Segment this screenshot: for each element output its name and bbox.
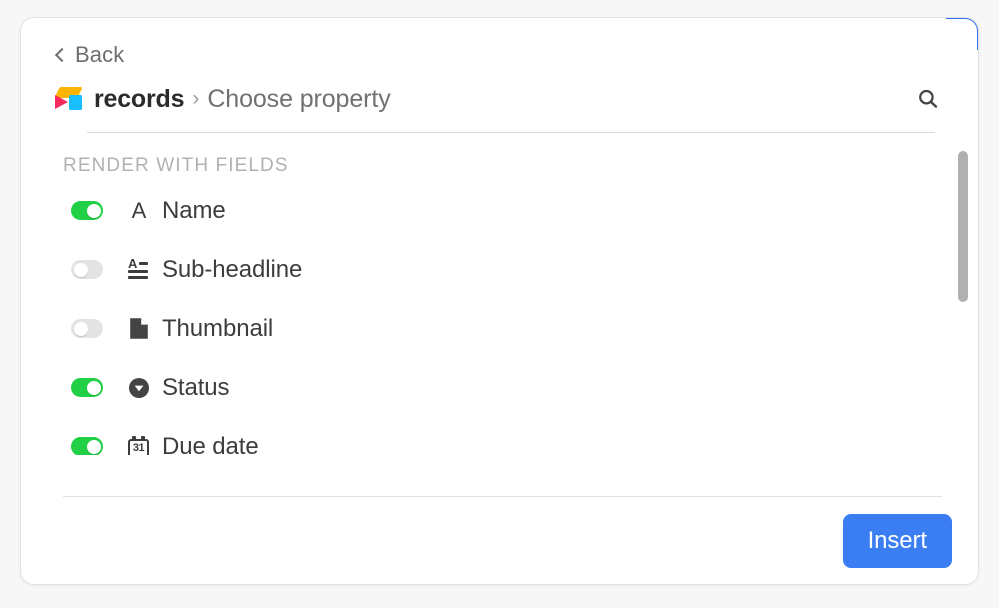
breadcrumb-app-name[interactable]: records [94, 85, 185, 114]
toggle-status[interactable] [71, 378, 103, 397]
footer-actions: Insert [63, 497, 952, 584]
back-button-label: Back [75, 42, 125, 67]
field-label-thumbnail: Thumbnail [162, 314, 274, 342]
long-text-icon: A [126, 257, 152, 283]
airtable-cube-icon [54, 86, 84, 112]
choose-property-panel: Back records › Choose property RENDER WI… [20, 17, 979, 585]
list-scrollbar-thumb[interactable] [958, 151, 968, 302]
breadcrumb-separator-icon: › [192, 87, 200, 110]
fields-list: RENDER WITH FIELDS A Name A Sub-headline [21, 133, 978, 455]
back-button[interactable]: Back [54, 38, 124, 72]
attachment-icon [126, 316, 152, 342]
section-label-render-with-fields: RENDER WITH FIELDS [63, 155, 289, 176]
field-label-name: Name [162, 196, 226, 224]
search-button[interactable] [911, 82, 945, 116]
single-select-icon [126, 375, 152, 401]
list-scrollbar[interactable] [958, 143, 968, 445]
field-row-thumbnail[interactable]: Thumbnail [21, 299, 978, 358]
insert-button[interactable]: Insert [842, 513, 952, 568]
field-row-due-date[interactable]: 31 Due date [21, 417, 978, 455]
toggle-due-date[interactable] [71, 437, 103, 455]
chevron-left-icon [54, 49, 66, 61]
breadcrumb-current-page: Choose property [207, 84, 391, 113]
calendar-day-number: 31 [132, 441, 145, 454]
field-row-name[interactable]: A Name [21, 181, 978, 240]
field-row-status[interactable]: Status [21, 358, 978, 417]
field-label-sub-headline: Sub-headline [162, 255, 303, 283]
toggle-thumbnail[interactable] [71, 319, 103, 338]
toggle-name[interactable] [71, 201, 103, 220]
panel-header: Back records › Choose property [21, 18, 978, 133]
calendar-icon: 31 [126, 434, 152, 455]
search-icon [919, 89, 938, 108]
breadcrumb: records › Choose property [54, 74, 945, 124]
single-line-text-icon: A [131, 197, 147, 223]
field-label-status: Status [162, 373, 230, 401]
field-row-sub-headline[interactable]: A Sub-headline [21, 240, 978, 299]
toggle-sub-headline[interactable] [71, 260, 103, 279]
panel-footer: Insert [21, 496, 978, 584]
field-label-due-date: Due date [162, 432, 259, 456]
